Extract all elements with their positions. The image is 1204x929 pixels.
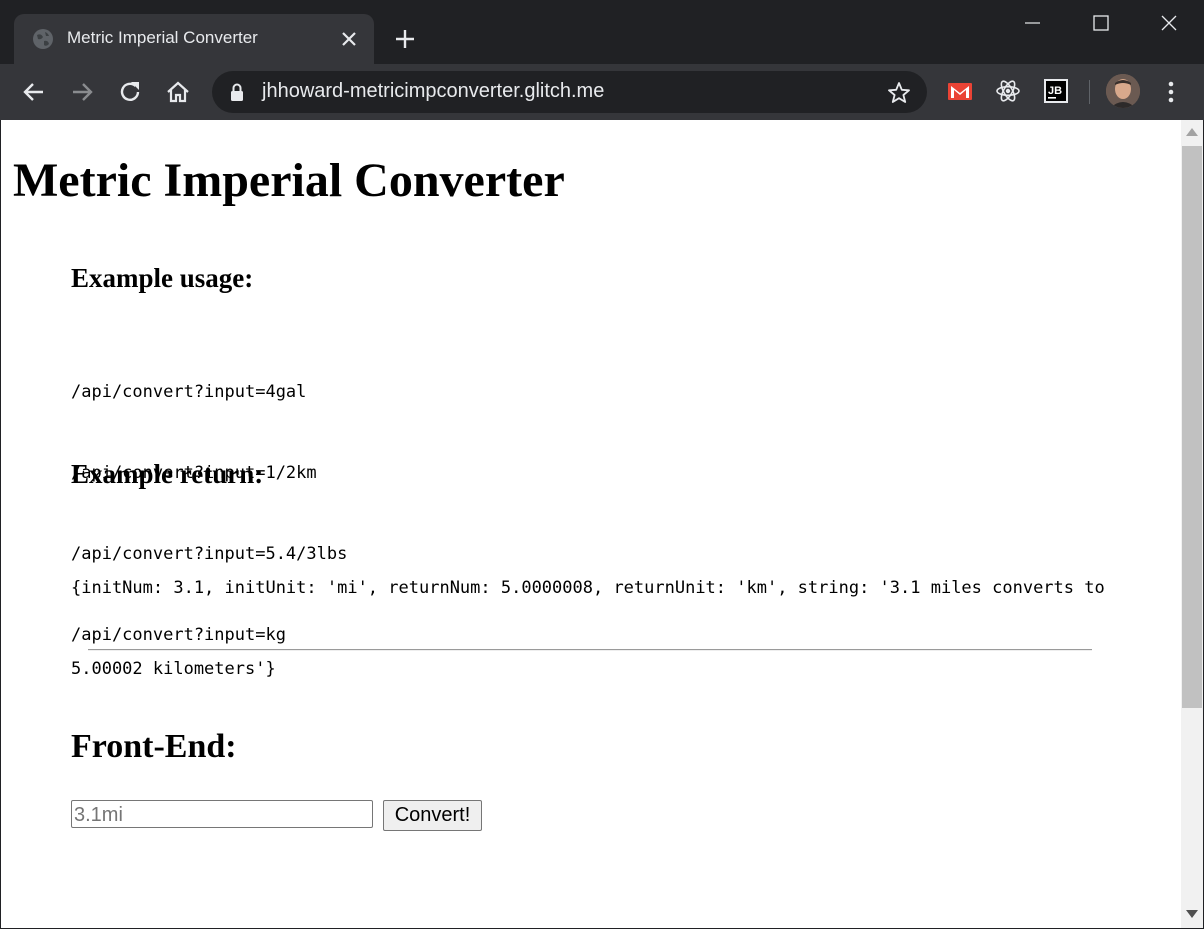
return-line: {initNum: 3.1, initUnit: 'mi', returnNum… [71, 578, 1105, 598]
return-line: 5.00002 kilometers'} [71, 659, 276, 679]
url-text[interactable]: jhhoward-metricimpconverter.glitch.me [262, 80, 604, 103]
lock-icon[interactable] [228, 82, 246, 102]
jetbrains-icon[interactable]: JB [1041, 76, 1071, 106]
maximize-icon[interactable] [1088, 10, 1114, 36]
usage-heading: Example usage: [71, 263, 254, 293]
scroll-down-arrow[interactable] [1186, 910, 1198, 918]
avatar[interactable] [1106, 74, 1140, 108]
gmail-icon[interactable] [945, 76, 975, 106]
convert-input[interactable]: 3.1mi [71, 800, 373, 828]
scroll-up-arrow[interactable] [1186, 128, 1198, 136]
react-icon[interactable] [993, 76, 1023, 106]
forward-icon[interactable] [66, 76, 98, 108]
globe-icon [33, 29, 53, 49]
tab-title: Metric Imperial Converter [67, 28, 258, 47]
close-window-icon[interactable] [1156, 10, 1182, 36]
page-title: Metric Imperial Converter [13, 154, 565, 207]
minimize-icon[interactable] [1020, 10, 1046, 36]
star-icon[interactable] [886, 80, 912, 106]
scrollbar[interactable] [1181, 120, 1203, 928]
close-icon[interactable] [336, 26, 362, 52]
browser-toolbar: jhhoward-metricimpconverter.glitch.me JB [0, 64, 1204, 120]
scrollbar-thumb[interactable] [1182, 146, 1202, 708]
browser-titlebar: Metric Imperial Converter [0, 0, 1204, 64]
plus-icon[interactable] [392, 26, 418, 52]
usage-line: /api/convert?input=4gal [71, 382, 307, 402]
browser-tab[interactable]: Metric Imperial Converter [14, 14, 374, 64]
frontend-heading: Front-End: [71, 728, 237, 765]
jetbrains-label: JB [1048, 85, 1062, 97]
page-viewport: Metric Imperial Converter Example usage:… [1, 120, 1181, 928]
return-example: {initNum: 3.1, initUnit: 'mi', returnNum… [71, 521, 1105, 737]
reload-icon[interactable] [114, 76, 146, 108]
back-icon[interactable] [18, 76, 50, 108]
kebab-menu-icon[interactable] [1158, 76, 1184, 108]
convert-button[interactable]: Convert! [383, 800, 482, 831]
address-bar[interactable]: jhhoward-metricimpconverter.glitch.me [212, 71, 927, 113]
divider [88, 649, 1092, 651]
home-icon[interactable] [162, 76, 194, 108]
toolbar-divider [1089, 80, 1090, 104]
return-heading: Example return: [71, 459, 264, 489]
